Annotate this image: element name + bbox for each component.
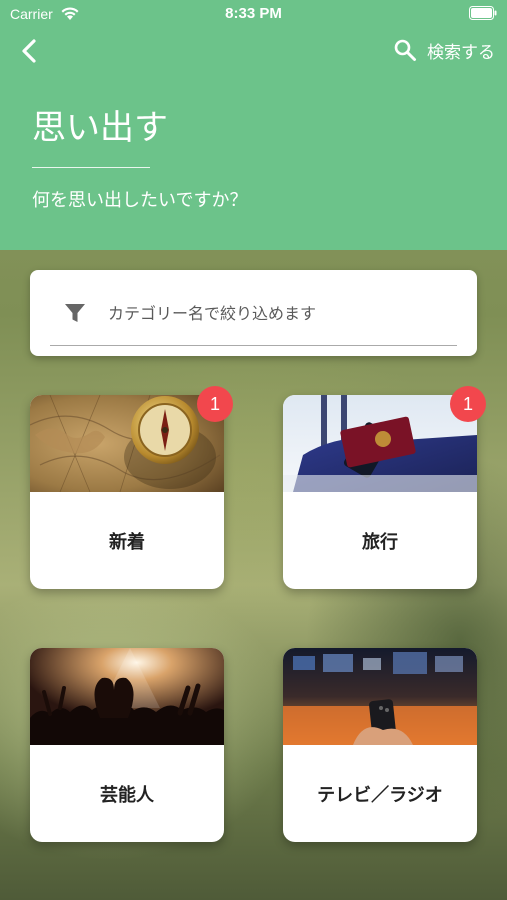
category-label: テレビ／ラジオ	[317, 784, 443, 806]
filter-underline	[50, 345, 457, 346]
page-subtitle: 何を思い出したいですか？	[32, 190, 248, 211]
notification-badge: 1	[450, 386, 486, 422]
category-label: 新着	[109, 531, 145, 553]
chevron-left-icon[interactable]	[18, 38, 42, 64]
header: Carrier 8:33 PM 検索する 思い出す 何を思い出したいですか？	[0, 0, 507, 250]
category-card-celebrity[interactable]: 芸能人	[30, 648, 224, 842]
status-time: 8:33 PM	[225, 5, 282, 22]
category-card-tv-radio[interactable]: テレビ／ラジオ	[283, 648, 477, 842]
battery-icon	[469, 6, 497, 20]
category-filter-card	[30, 270, 477, 356]
tv-remote-photo	[283, 648, 477, 745]
category-card-new[interactable]: 新着 1	[30, 386, 233, 589]
notification-badge: 1	[197, 386, 233, 422]
search-icon	[394, 39, 416, 61]
status-bar: Carrier 8:33 PM	[0, 0, 507, 28]
page-title: 思い出す	[32, 108, 168, 148]
category-card-travel[interactable]: 旅行 1	[283, 386, 486, 589]
category-label: 芸能人	[100, 784, 154, 806]
category-label: 旅行	[362, 531, 398, 553]
map-and-compass-photo	[30, 395, 224, 492]
search-button[interactable]: 検索する	[393, 36, 495, 64]
concert-crowd-photo	[30, 648, 224, 745]
category-filter-input[interactable]	[108, 298, 448, 328]
search-label: 検索する	[427, 42, 495, 63]
title-divider	[32, 167, 150, 168]
suitcase-and-passport-photo	[283, 395, 477, 492]
filter-icon	[65, 304, 85, 322]
